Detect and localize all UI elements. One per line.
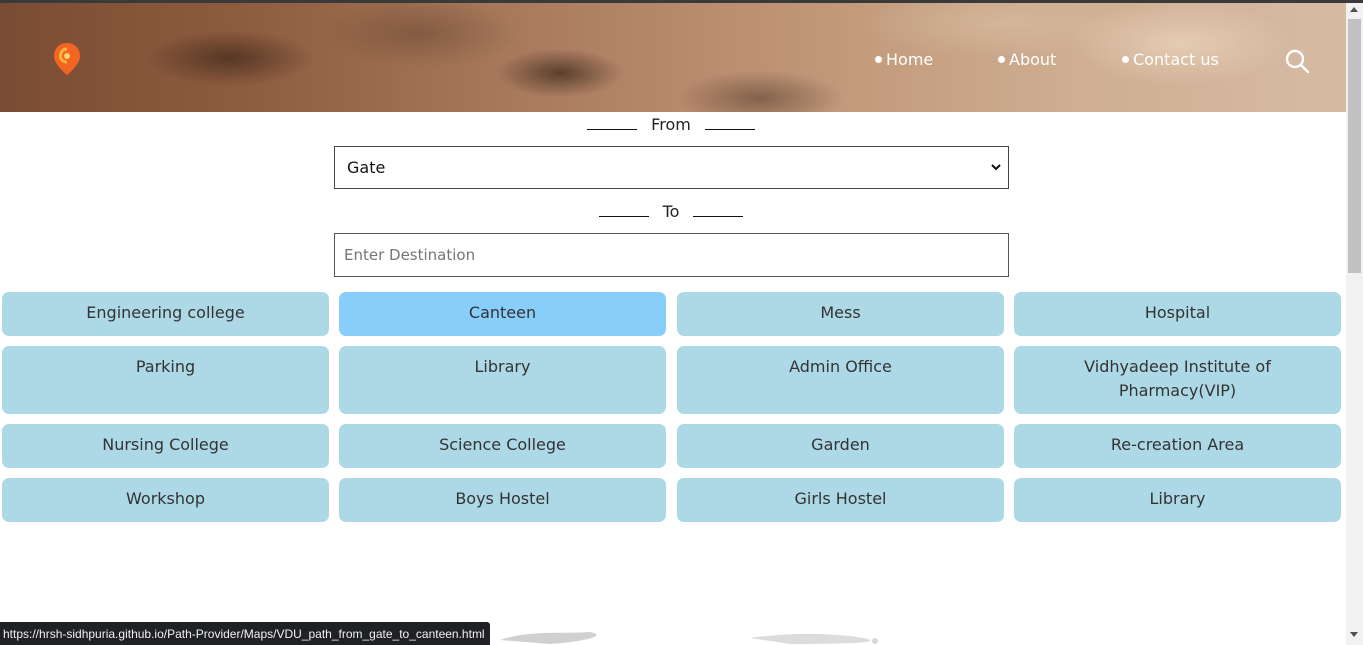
from-selected-value: Gate	[347, 158, 386, 177]
from-heading: From	[586, 112, 756, 136]
destination-label: Engineering college	[86, 303, 245, 322]
nav-home-label: Home	[886, 49, 934, 69]
destination-tile-parking[interactable]: Parking	[2, 346, 329, 414]
divider	[704, 128, 755, 130]
destination-label: Nursing College	[102, 435, 229, 454]
hero-header: Home About Contact us	[0, 3, 1346, 112]
to-heading: To	[597, 199, 745, 223]
destination-label: Vidhyadeep Institute of Pharmacy(VIP)	[1084, 357, 1271, 400]
destination-tile-mess[interactable]: Mess	[677, 292, 1004, 336]
to-label: To	[662, 201, 680, 221]
destination-tile-recreation-area[interactable]: Re-creation Area	[1014, 424, 1341, 468]
nav-about-link[interactable]: About	[998, 47, 1056, 71]
nav-home-link[interactable]: Home	[875, 47, 933, 71]
destination-tile-boys-hostel[interactable]: Boys Hostel	[339, 478, 666, 522]
from-label: From	[651, 114, 691, 134]
bullet-icon	[1122, 55, 1129, 63]
footer-brush-decoration	[500, 632, 878, 644]
status-bar-url: https://hrsh-sidhpuria.github.io/Path-Pr…	[0, 622, 490, 645]
search-icon[interactable]	[1284, 48, 1310, 74]
destination-label: Re-creation Area	[1110, 435, 1245, 454]
destination-label: Mess	[820, 303, 861, 322]
bullet-icon	[998, 55, 1005, 63]
scroll-down-icon[interactable]	[1350, 632, 1358, 637]
destination-label: Girls Hostel	[794, 489, 887, 508]
destination-label: Boys Hostel	[455, 489, 550, 508]
chevron-down-icon	[991, 164, 1001, 171]
destination-label: Parking	[135, 357, 196, 376]
destination-label: Science College	[439, 435, 566, 454]
nav-contact-label: Contact us	[1133, 49, 1219, 69]
destination-label: Library	[474, 357, 531, 376]
destination-label: Garden	[811, 435, 870, 454]
destination-tile-nursing-college[interactable]: Nursing College	[2, 424, 329, 468]
divider	[598, 215, 649, 217]
scrollbar-thumb[interactable]	[1348, 19, 1361, 273]
destination-label: Canteen	[468, 303, 537, 322]
map-pin-icon[interactable]	[52, 41, 82, 77]
window-top-edge	[0, 0, 1363, 3]
destination-tile-girls-hostel[interactable]: Girls Hostel	[677, 478, 1004, 522]
destination-tile-admin-office[interactable]: Admin Office	[677, 346, 1004, 414]
destination-tile-canteen[interactable]: Canteen	[339, 292, 666, 336]
destination-label: Library	[1149, 489, 1206, 508]
scroll-up-icon[interactable]	[1350, 7, 1358, 12]
destination-tile-workshop[interactable]: Workshop	[2, 478, 329, 522]
nav-about-label: About	[1009, 49, 1057, 69]
bullet-icon	[875, 55, 882, 63]
destination-label: Admin Office	[789, 357, 892, 376]
page-viewport: Home About Contact us From Gate To Enter…	[0, 0, 1346, 645]
destination-tile-library[interactable]: Library	[339, 346, 666, 414]
destination-tile-science-college[interactable]: Science College	[339, 424, 666, 468]
destination-label: Workshop	[126, 489, 205, 508]
destination-tile-vip[interactable]: Vidhyadeep Institute of Pharmacy(VIP)	[1014, 346, 1341, 414]
nav-contact-link[interactable]: Contact us	[1122, 47, 1219, 71]
destination-tile-garden[interactable]: Garden	[677, 424, 1004, 468]
destination-label: Hospital	[1144, 303, 1211, 322]
vertical-scrollbar[interactable]	[1346, 3, 1363, 645]
from-select[interactable]: Gate	[334, 146, 1009, 189]
destination-input[interactable]	[334, 233, 1009, 277]
divider	[587, 128, 638, 130]
destination-tile-engineering-college[interactable]: Engineering college	[2, 292, 329, 336]
divider	[693, 215, 744, 217]
destination-tile-hospital[interactable]: Hospital	[1014, 292, 1341, 336]
destination-tile-library-2[interactable]: Library	[1014, 478, 1341, 522]
